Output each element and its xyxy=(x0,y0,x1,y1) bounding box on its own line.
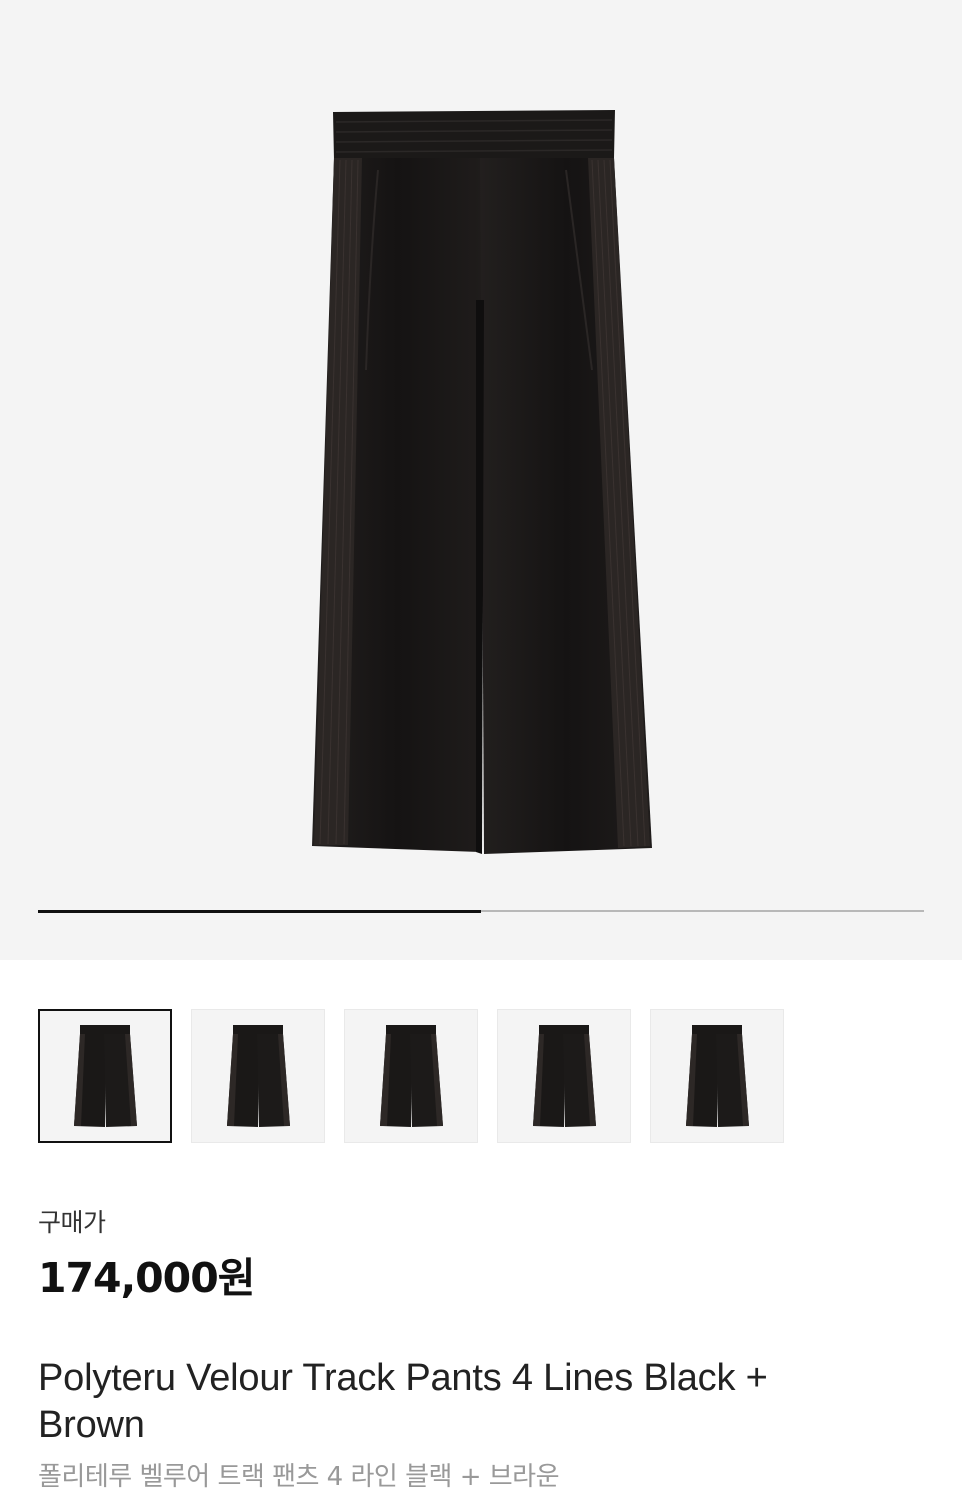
pants-thumbnail-icon xyxy=(686,1025,749,1127)
thumbnail-5[interactable] xyxy=(650,1009,784,1143)
pants-thumbnail-icon xyxy=(533,1025,596,1127)
thumbnail-strip xyxy=(38,1009,784,1143)
pants-product-image xyxy=(312,110,652,854)
product-price: 174,000원 xyxy=(38,1254,255,1302)
pants-thumbnail-icon xyxy=(380,1025,443,1127)
product-image-gallery[interactable] xyxy=(0,0,962,960)
pants-thumbnail-icon xyxy=(227,1025,290,1127)
thumbnail-1[interactable] xyxy=(38,1009,172,1143)
thumbnail-2[interactable] xyxy=(191,1009,325,1143)
product-title-korean: 폴리테루 벨루어 트랙 팬츠 4 라인 블랙 + 브라운 xyxy=(38,1462,560,1492)
pants-thumbnail-icon xyxy=(74,1025,137,1127)
gallery-progress-fill xyxy=(38,909,481,913)
thumbnail-4[interactable] xyxy=(497,1009,631,1143)
product-title-english: Polyteru Velour Track Pants 4 Lines Blac… xyxy=(38,1357,768,1446)
thumbnail-3[interactable] xyxy=(344,1009,478,1143)
price-label: 구매가 xyxy=(38,1208,106,1237)
gallery-progress-bar xyxy=(38,909,924,913)
